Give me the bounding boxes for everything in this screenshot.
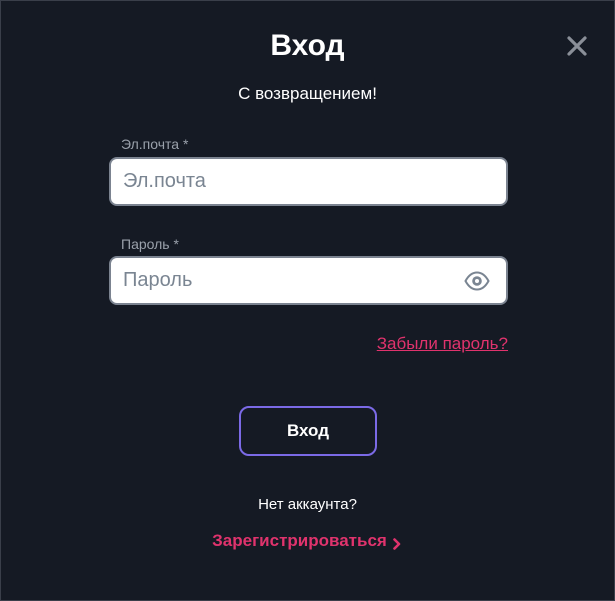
login-dialog: Вход С возвращением! Эл.почта * Пароль *…	[0, 0, 615, 601]
dialog-title: Вход	[270, 29, 345, 62]
email-label: Эл.почта *	[121, 136, 189, 152]
register-link[interactable]: Зарегистрироваться	[1, 530, 614, 552]
eye-icon[interactable]	[464, 269, 490, 293]
password-label: Пароль *	[121, 236, 179, 252]
email-field-box	[109, 157, 508, 206]
close-icon[interactable]	[565, 34, 589, 58]
chevron-right-icon	[391, 534, 403, 550]
no-account-text: Нет аккаунта?	[258, 496, 357, 513]
login-button[interactable]: Вход	[239, 406, 377, 456]
password-field[interactable]	[123, 258, 453, 303]
email-field[interactable]	[123, 159, 453, 204]
password-field-box	[109, 256, 508, 305]
register-link-label: Зарегистрироваться	[212, 531, 387, 550]
forgot-password-link[interactable]: Забыли пароль?	[368, 334, 508, 354]
dialog-subtitle: С возвращением!	[238, 84, 377, 103]
